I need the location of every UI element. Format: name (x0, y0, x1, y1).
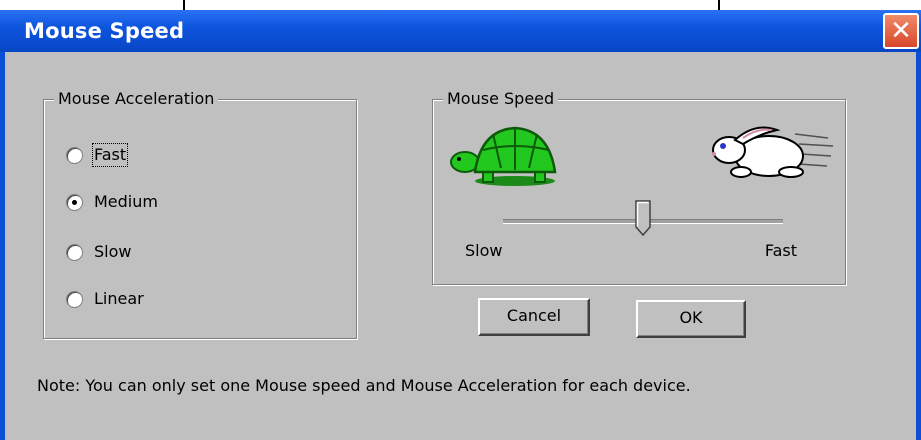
dialog-body: Mouse Acceleration Fast Medium Slow Line… (5, 52, 916, 440)
ok-button[interactable]: OK (636, 300, 746, 338)
radio-fast-circle[interactable] (66, 146, 83, 164)
radio-slow-label[interactable]: Slow (94, 242, 131, 262)
speed-slow-label: Slow (465, 241, 503, 260)
radio-fast-label[interactable]: Fast (91, 143, 129, 167)
speed-group: Mouse Speed Slow Fast (432, 89, 846, 285)
radio-medium-circle[interactable] (66, 193, 83, 211)
radio-slow-circle[interactable] (66, 243, 83, 261)
radio-fast[interactable]: Fast (66, 143, 129, 167)
speed-slider-thumb[interactable] (635, 200, 651, 236)
title-bar[interactable]: Mouse Speed ✕ (0, 10, 921, 52)
radio-slow[interactable]: Slow (66, 240, 131, 264)
turtle-icon (450, 126, 557, 186)
radio-medium[interactable]: Medium (66, 190, 158, 214)
radio-linear[interactable]: Linear (66, 287, 144, 311)
speed-legend: Mouse Speed (443, 89, 559, 109)
radio-linear-circle[interactable] (66, 290, 83, 308)
dialog-title: Mouse Speed (24, 19, 185, 43)
radio-medium-label[interactable]: Medium (94, 192, 158, 212)
close-icon: ✕ (890, 16, 912, 46)
close-button[interactable]: ✕ (883, 13, 919, 49)
note-text: Note: You can only set one Mouse speed a… (37, 376, 691, 395)
speed-fast-label: Fast (764, 241, 797, 260)
acceleration-legend: Mouse Acceleration (54, 89, 219, 109)
mouse-speed-dialog: Mouse Speed ✕ Mouse Acceleration Fast Me… (0, 10, 921, 440)
cancel-button[interactable]: Cancel (478, 298, 590, 336)
rabbit-icon (712, 126, 834, 178)
acceleration-group: Mouse Acceleration Fast Medium Slow Line… (43, 89, 357, 339)
radio-linear-label[interactable]: Linear (94, 289, 144, 309)
